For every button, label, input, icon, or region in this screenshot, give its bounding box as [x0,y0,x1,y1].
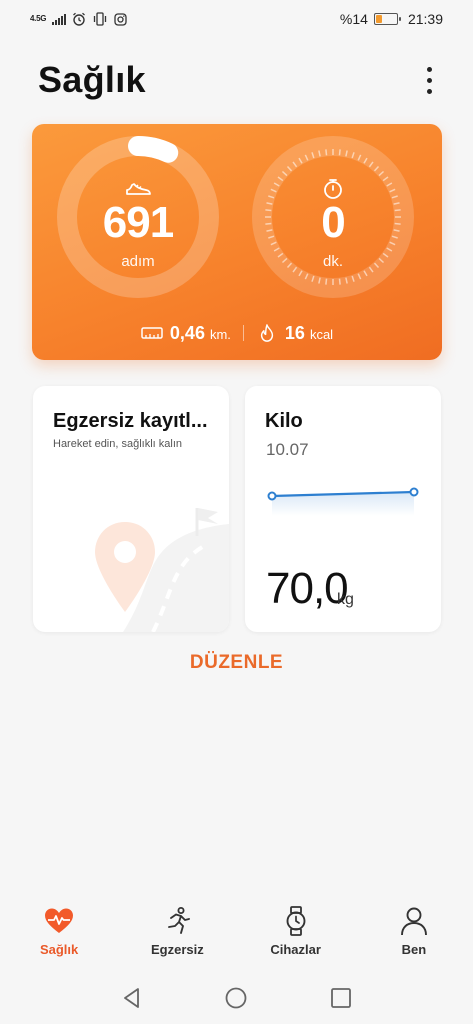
exercise-records-card[interactable]: Egzersiz kayıtl... Hareket edin, sağlıkl… [33,386,229,632]
network-type: 4.5G [30,14,47,23]
minutes-ring-tick [338,278,341,285]
battery-icon [373,13,401,25]
back-triangle-icon[interactable] [120,986,144,1010]
clock: 21:39 [407,11,443,27]
nav-label-health: Sağlık [39,942,79,957]
vibrate-icon [94,12,107,26]
person-icon [400,907,427,936]
minutes-unit: dk. [322,253,343,270]
activity-footer: 0,46 km. 16 kcal [32,318,442,348]
distance-unit: km. [209,326,231,342]
weight-point-end [409,487,419,497]
calories-unit: kcal [309,326,334,342]
nav-item-devices[interactable]: Cihazlar [246,898,346,957]
weight-card[interactable]: Kilo 10.07 70,0 kg [245,386,441,632]
calories-value: 16 [284,322,305,343]
instagram-icon [114,12,127,26]
flame-icon [260,324,274,342]
minutes-ring-tick [338,149,341,156]
nav-label-me: Ben [401,942,427,957]
status-right: %14 21:39 [340,11,443,27]
weight-unit: kg [337,591,354,608]
stopwatch-icon [324,179,342,199]
heart-pulse-icon [45,908,74,933]
distance-stat: 0,46 km. [141,323,231,344]
activity-summary-card[interactable]: 691 adım 0 dk. 0,46 km. 16 kcal [32,124,442,360]
signal-icon [52,13,67,25]
health-app-screen: 4.5G %14 21:39 Sağlık 691 adım 0 dk. 0,4… [0,0,473,1024]
weight-point-start [267,491,277,501]
weight-date: 10.07 [266,440,309,459]
header: Sağlık [0,52,473,108]
ruler-icon [141,327,163,339]
nav-label-devices: Cihazlar [270,942,321,957]
minutes-ring-tick [325,149,328,156]
status-left: 4.5G [30,12,127,26]
runner-icon [168,907,191,934]
weight-trend-chart [267,487,419,516]
nav-item-exercise[interactable]: Egzersiz [127,898,227,957]
system-navigation-bar [0,976,473,1020]
nav-label-exercise: Egzersiz [151,942,204,957]
distance-value: 0,46 [169,322,205,343]
watch-icon [286,906,306,936]
weight-value: 70,0 [266,564,349,613]
minutes-value: 0 [321,198,345,247]
alarm-icon [73,12,86,26]
shoe-icon [126,183,151,195]
battery-percent: %14 [339,11,368,27]
nav-item-health[interactable]: Sağlık [9,898,109,957]
weight-card-title: Kilo [265,410,303,432]
recents-square-icon[interactable] [329,986,353,1010]
nav-item-me[interactable]: Ben [364,898,464,957]
more-vertical-icon[interactable] [419,62,439,98]
edit-button[interactable]: DÜZENLE [0,652,473,682]
minutes-ring-tick [325,278,328,285]
calories-stat: 16 kcal [256,323,333,344]
battery-fill [375,15,382,23]
home-circle-icon[interactable] [224,986,248,1010]
steps-unit: adım [121,253,155,270]
page-title: Sağlık [38,59,146,100]
status-bar: 4.5G %14 21:39 [0,0,473,38]
footer-divider [242,325,244,341]
bottom-navigation: Sağlık Egzersiz Cihazlar Ben [0,898,473,968]
route-illustration [95,508,229,632]
steps-value: 691 [102,198,174,247]
